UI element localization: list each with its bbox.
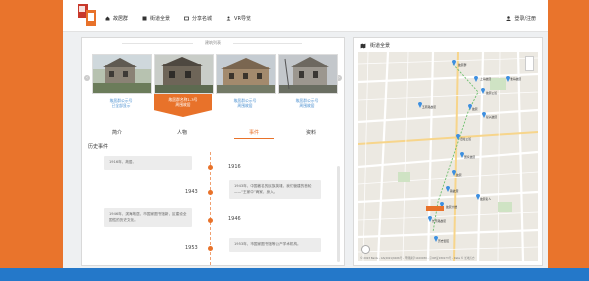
timeline-event: 1916年，故居。	[104, 156, 192, 170]
timeline-year: 1916	[228, 164, 241, 170]
nav-label: 分享名城	[192, 16, 213, 22]
top-nav-bar: 故居群 街道全景 分享名城 VR导览 登录/注册	[63, 0, 548, 32]
map-place-label: 历史街区	[438, 239, 449, 243]
timeline-dot	[208, 165, 213, 170]
map-place-label: 故居群	[458, 63, 467, 67]
detail-tabs: 简介 人物 事件 资料	[82, 126, 344, 140]
map-place-label: 故居公馆	[486, 91, 497, 95]
map-place-label: 国家故居	[464, 155, 475, 159]
timeline-event: 1943年，中国著名的民族英雄，我们营建的首轮——“王家中”两家，身入。	[229, 180, 321, 199]
login-label: 登录/注册	[514, 16, 536, 22]
user-icon	[506, 16, 512, 21]
building-card[interactable]: 故居群公示号 周围故居	[216, 54, 276, 108]
building-detail-panel: 建筑列表 ‹ › 故居群公示号 已全部显示 故居群名称1-3号 周围故居 故居群…	[81, 37, 345, 266]
tab-intro[interactable]: 简介	[112, 129, 122, 136]
tab-events[interactable]: 事件	[249, 129, 259, 136]
street-map[interactable]: 故居群 上海故居 故居公馆 淮海故居 五原路故居 故居 复兴故居 旧址公馆 国家…	[358, 52, 538, 261]
map-header: 街道全景	[360, 42, 390, 49]
timeline-dot	[208, 218, 213, 223]
bookmark-icon	[142, 16, 147, 21]
building-card-selected[interactable]: 故居群名称1-3号 周围故居	[154, 54, 214, 117]
map-icon	[360, 43, 366, 48]
map-title: 街道全景	[370, 43, 391, 49]
building-photo	[92, 54, 152, 94]
timeline-year: 1953	[185, 245, 198, 251]
building-caption: 故居群公示号 已全部显示	[109, 98, 133, 108]
building-caption: 故居群公示号 周围故居	[295, 98, 319, 108]
main-nav: 故居群 街道全景 分享名城 VR导览	[105, 15, 251, 22]
map-canvas: 故居群 上海故居 故居公馆 淮海故居 五原路故居 故居 复兴故居 旧址公馆 国家…	[358, 52, 538, 261]
map-credit: © 2023 Baidu - GS(2021)6026号 - 甲测资字11009…	[360, 257, 475, 260]
map-locate-button[interactable]	[361, 245, 370, 254]
timeline-year: 1946	[228, 216, 241, 222]
map-place-label: 故居大楼	[446, 205, 457, 209]
building-photo	[154, 54, 214, 94]
site-logo[interactable]	[78, 4, 96, 26]
map-place-label: 五原路故居	[422, 105, 436, 109]
map-place-label: 旧址公馆	[460, 137, 471, 141]
timeline-event: 1953年，市国家图书馆等公产学术机构。	[229, 238, 321, 252]
map-zoom-control[interactable]	[525, 56, 534, 71]
section-title: 历史事件	[88, 144, 109, 150]
map-place-label: 故居	[472, 107, 478, 111]
app-window: 故居群 街道全景 分享名城 VR导览 登录/注册 建筑列表 ‹ › 故居群公示号…	[63, 0, 548, 268]
tab-people[interactable]: 人物	[177, 129, 187, 136]
related-buildings-title: 建筑列表	[193, 40, 233, 46]
building-photo	[278, 54, 338, 94]
map-place-label: 故居名人	[480, 197, 491, 201]
user-group-icon	[226, 16, 231, 21]
timeline-scrollbar[interactable]	[337, 166, 340, 262]
active-tab-underline	[234, 138, 274, 139]
building-carousel: 故居群公示号 已全部显示 故居群名称1-3号 周围故居 故居群公示号 周围故居 …	[92, 54, 338, 124]
home-icon	[105, 16, 110, 21]
nav-label: VR导览	[234, 16, 251, 22]
timeline-dot	[208, 190, 213, 195]
building-caption: 故居群公示号 周围故居	[233, 98, 257, 108]
timeline-event: 1946年，滨海故居，市国家图书馆新，区建设全国性的历史文化。	[104, 208, 192, 227]
nav-item-residences[interactable]: 故居群	[105, 15, 128, 22]
nav-label: 街道全景	[150, 16, 171, 22]
tab-materials[interactable]: 资料	[306, 129, 316, 136]
building-card[interactable]: 故居群公示号 周围故居	[278, 54, 338, 108]
timeline-dot	[208, 246, 213, 251]
map-place-label: 路故居	[450, 189, 459, 193]
map-panel: 街道全景 故居群 上海故居 故居公馆 淮海故居 五原路故居 故居 复兴故居 旧址…	[353, 37, 543, 266]
history-timeline: 1916年，故居。 1916 1943 1943年，中国著名的民族英雄，我们营建…	[82, 152, 344, 265]
map-place-label: 上海故居	[480, 77, 491, 81]
nav-item-vr-tour[interactable]: VR导览	[226, 15, 251, 22]
nav-item-street-view[interactable]: 街道全景	[142, 15, 170, 22]
chart-icon	[184, 16, 189, 21]
building-caption: 故居群名称1-3号 周围故居	[168, 97, 198, 107]
nav-label: 故居群	[113, 16, 129, 22]
map-place-label: 淮海故居	[510, 77, 521, 81]
building-card[interactable]: 故居群公示号 已全部显示	[92, 54, 152, 108]
login-link[interactable]: 登录/注册	[506, 15, 536, 22]
building-photo	[216, 54, 276, 94]
map-place-label: 长乐路故居	[432, 219, 446, 223]
map-place-label: 复兴故居	[486, 115, 497, 119]
carousel-prev-button[interactable]: ‹	[84, 75, 90, 81]
bottom-band	[0, 268, 589, 281]
map-place-label: 故居	[456, 173, 462, 177]
timeline-year: 1943	[185, 189, 198, 195]
nav-item-share[interactable]: 分享名城	[184, 15, 212, 22]
